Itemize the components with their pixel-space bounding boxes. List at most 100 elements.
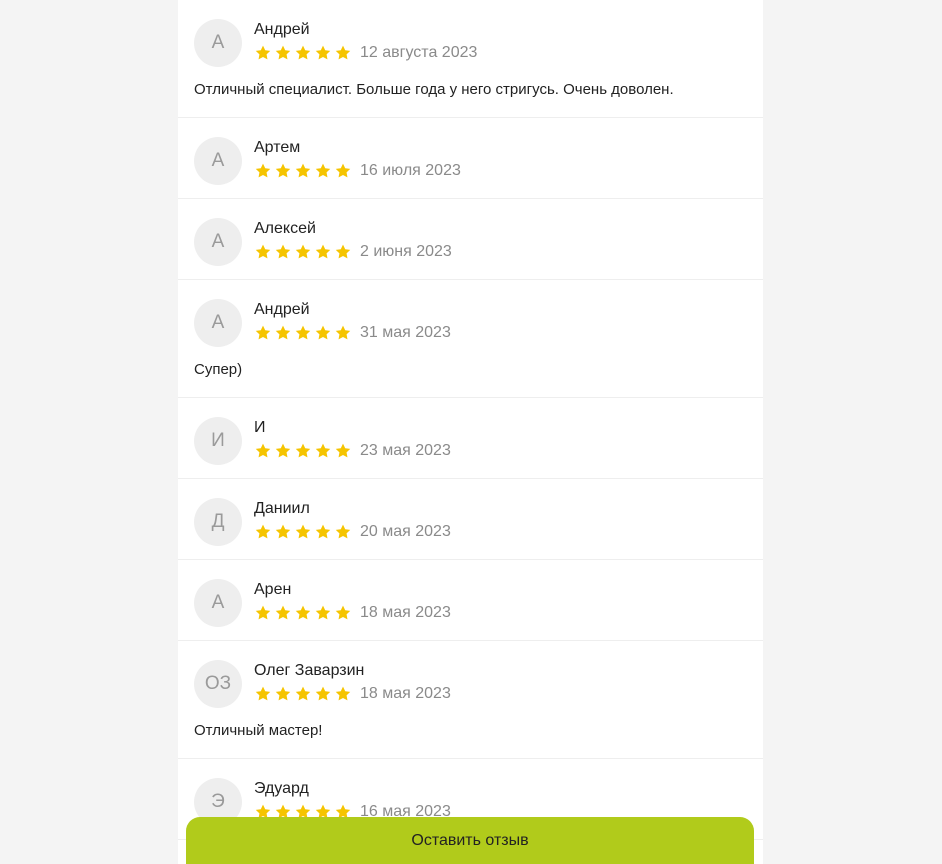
- star-icon: [314, 523, 332, 541]
- rating-row: 18 мая 2023: [254, 603, 451, 623]
- star-icon: [294, 44, 312, 62]
- review-date: 18 мая 2023: [360, 604, 451, 621]
- star-icon: [254, 243, 272, 261]
- reviewer-name: Алексей: [254, 220, 316, 237]
- reviewer-name: Даниил: [254, 500, 310, 517]
- star-icon: [274, 44, 292, 62]
- rating-row: 12 августа 2023: [254, 43, 477, 63]
- review-item: А Арен 18 мая 2023: [178, 560, 763, 641]
- star-rating: [254, 604, 354, 622]
- star-icon: [334, 44, 352, 62]
- review-date: 31 мая 2023: [360, 324, 451, 341]
- star-icon: [314, 243, 332, 261]
- star-icon: [294, 243, 312, 261]
- star-icon: [294, 324, 312, 342]
- reviewer-name: Артем: [254, 139, 301, 156]
- review-header: А Андрей 31 мая 2023: [178, 280, 763, 360]
- star-icon: [254, 162, 272, 180]
- review-date: 16 июля 2023: [360, 162, 461, 179]
- avatar: А: [194, 299, 242, 347]
- rating-row: 18 мая 2023: [254, 684, 451, 704]
- star-icon: [254, 604, 272, 622]
- review-item: Д Даниил 20 мая 2023: [178, 479, 763, 560]
- rating-row: 16 июля 2023: [254, 161, 461, 181]
- star-icon: [254, 523, 272, 541]
- star-rating: [254, 243, 354, 261]
- review-item: А Алексей 2 июня 2023: [178, 199, 763, 280]
- star-icon: [314, 685, 332, 703]
- leave-review-button[interactable]: Оставить отзыв: [186, 817, 754, 864]
- review-header: А Алексей 2 июня 2023: [178, 199, 763, 279]
- review-date: 18 мая 2023: [360, 685, 451, 702]
- avatar: И: [194, 417, 242, 465]
- star-icon: [314, 324, 332, 342]
- star-icon: [334, 243, 352, 261]
- rating-row: 31 мая 2023: [254, 323, 451, 343]
- avatar: А: [194, 218, 242, 266]
- reviewer-name: Арен: [254, 581, 292, 598]
- reviews-panel: А Андрей 12 августа 2023 Отличный специалис…: [178, 0, 763, 864]
- star-icon: [254, 44, 272, 62]
- star-icon: [294, 604, 312, 622]
- rating-row: 2 июня 2023: [254, 242, 452, 262]
- star-icon: [294, 523, 312, 541]
- review-item: ОЗ Олег Заварзин 18 мая 2023 Отличный масте…: [178, 641, 763, 759]
- avatar: ОЗ: [194, 660, 242, 708]
- star-icon: [334, 162, 352, 180]
- star-icon: [314, 44, 332, 62]
- star-rating: [254, 324, 354, 342]
- star-icon: [334, 324, 352, 342]
- avatar: Д: [194, 498, 242, 546]
- review-item: А Андрей 31 мая 2023 Супер): [178, 280, 763, 398]
- review-text: Супер): [194, 361, 243, 378]
- review-header: А Арен 18 мая 2023: [178, 560, 763, 640]
- avatar: А: [194, 137, 242, 185]
- star-icon: [294, 162, 312, 180]
- review-header: Д Даниил 20 мая 2023: [178, 479, 763, 559]
- review-date: 20 мая 2023: [360, 523, 451, 540]
- star-rating: [254, 685, 354, 703]
- review-list: А Андрей 12 августа 2023 Отличный специалис…: [178, 0, 763, 840]
- star-icon: [274, 604, 292, 622]
- review-item: А Артем 16 июля 2023: [178, 118, 763, 199]
- review-header: А Андрей 12 августа 2023: [178, 0, 763, 80]
- star-icon: [314, 604, 332, 622]
- star-rating: [254, 44, 354, 62]
- star-icon: [274, 685, 292, 703]
- reviewer-name: Андрей: [254, 21, 310, 38]
- review-date: 23 мая 2023: [360, 442, 451, 459]
- star-icon: [334, 442, 352, 460]
- avatar: А: [194, 579, 242, 627]
- reviewer-name: Олег Заварзин: [254, 662, 365, 679]
- review-text: Отличный мастер!: [194, 722, 323, 739]
- review-header: А Артем 16 июля 2023: [178, 118, 763, 198]
- avatar: А: [194, 19, 242, 67]
- rating-row: 20 мая 2023: [254, 522, 451, 542]
- star-icon: [274, 324, 292, 342]
- review-header: И И 23 мая 2023: [178, 398, 763, 478]
- star-icon: [314, 162, 332, 180]
- star-icon: [334, 523, 352, 541]
- rating-row: 23 мая 2023: [254, 441, 451, 461]
- review-header: ОЗ Олег Заварзин 18 мая 2023: [178, 641, 763, 721]
- star-icon: [294, 685, 312, 703]
- star-icon: [314, 442, 332, 460]
- star-icon: [294, 442, 312, 460]
- star-rating: [254, 523, 354, 541]
- review-date: 2 июня 2023: [360, 243, 452, 260]
- star-icon: [254, 685, 272, 703]
- star-icon: [334, 604, 352, 622]
- star-rating: [254, 442, 354, 460]
- review-text: Отличный специалист. Больше года у него …: [194, 81, 674, 98]
- reviewer-name: Андрей: [254, 301, 310, 318]
- reviewer-name: Эдуард: [254, 780, 309, 797]
- star-icon: [274, 162, 292, 180]
- reviewer-name: И: [254, 419, 266, 436]
- star-icon: [274, 442, 292, 460]
- star-icon: [334, 685, 352, 703]
- star-icon: [274, 243, 292, 261]
- review-date: 12 августа 2023: [360, 44, 478, 61]
- review-item: И И 23 мая 2023: [178, 398, 763, 479]
- star-icon: [254, 442, 272, 460]
- star-rating: [254, 162, 354, 180]
